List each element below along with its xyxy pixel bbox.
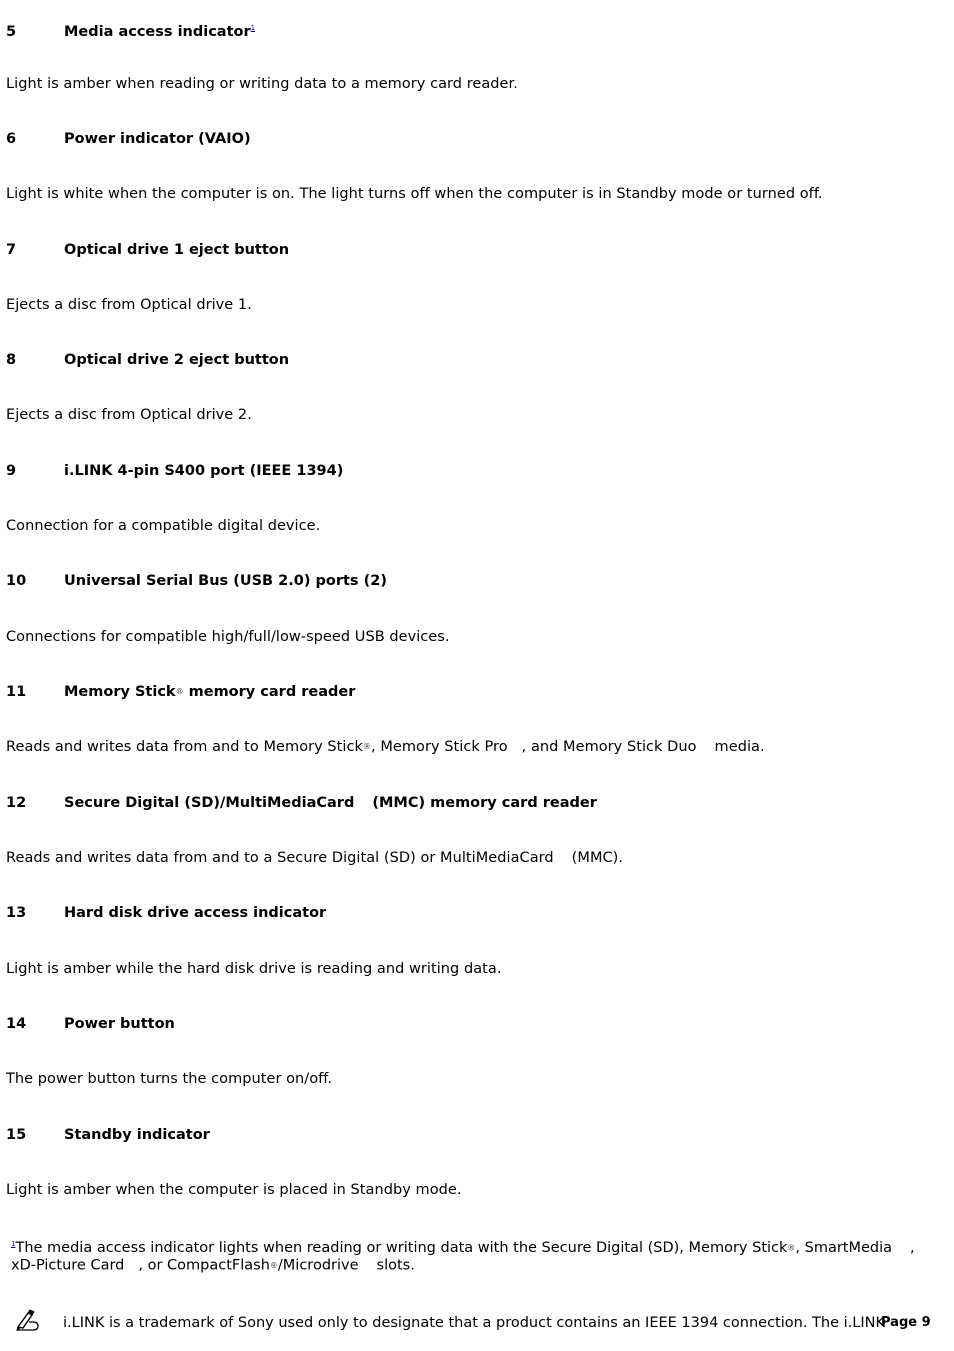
item-heading-5: 5 Media access indicator1: [6, 19, 255, 41]
item-description-15: Light is amber when the computer is plac…: [6, 1182, 462, 1198]
footnote-text: xD-Picture Card: [11, 1257, 125, 1274]
item-title: Secure Digital (SD)/MultiMediaCard: [64, 795, 355, 811]
item-heading-9: 9 i.LINK 4-pin S400 port (IEEE 1394): [6, 462, 343, 480]
item-heading-6: 6 Power indicator (VAIO): [6, 130, 251, 148]
item-heading-12: 12 Secure Digital (SD)/MultiMediaCard (MMC…: [6, 794, 597, 812]
item-title: Media access indicator: [64, 23, 251, 40]
footnote-text: , or CompactFlash: [138, 1257, 270, 1274]
item-title: i.LINK 4-pin S400 port (IEEE 1394): [64, 463, 344, 479]
registered-mark: ®: [362, 742, 372, 751]
item-title: Universal Serial Bus (USB 2.0) ports (2): [64, 573, 387, 589]
item-title: Hard disk drive access indicator: [64, 905, 327, 921]
desc-text: (MMC).: [571, 850, 624, 866]
item-title-rest: memory card reader: [183, 684, 356, 700]
item-number: 7: [6, 242, 17, 258]
desc-text: , Memory Stick Pro: [371, 739, 508, 755]
item-number: 15: [6, 1127, 27, 1143]
item-description-7: Ejects a disc from Optical drive 1.: [6, 297, 252, 313]
item-title-rest: (MMC) memory card reader: [372, 795, 597, 811]
item-heading-15: 15 Standby indicator: [6, 1126, 210, 1144]
item-title: Power indicator (VAIO): [64, 131, 251, 147]
registered-mark: ®: [269, 1260, 278, 1270]
footnote: 1The media access indicator lights when …: [11, 1236, 915, 1274]
desc-text: Reads and writes data from and to Memory…: [6, 739, 363, 755]
item-description-10: Connections for compatible high/full/low…: [6, 629, 450, 645]
item-heading-7: 7 Optical drive 1 eject button: [6, 241, 289, 259]
footnote-text: ,: [910, 1239, 915, 1256]
footnote-text: The media access indicator lights when r…: [15, 1239, 788, 1256]
item-heading-8: 8 Optical drive 2 eject button: [6, 351, 289, 369]
item-title: Power button: [64, 1016, 175, 1032]
desc-text: Reads and writes data from and to a Secu…: [6, 850, 554, 866]
footnote-text: slots.: [376, 1257, 415, 1274]
item-heading-14: 14 Power button: [6, 1015, 175, 1033]
item-description-8: Ejects a disc from Optical drive 2.: [6, 407, 252, 423]
footnote-text: , SmartMedia: [795, 1239, 893, 1256]
footnote-link[interactable]: 1: [251, 24, 255, 32]
registered-mark: ®: [175, 687, 184, 696]
desc-text: , and Memory Stick Duo: [521, 739, 697, 755]
item-description-9: Connection for a compatible digital devi…: [6, 518, 321, 534]
item-description-6: Light is white when the computer is on. …: [6, 186, 823, 202]
item-number: 14: [6, 1016, 27, 1032]
item-description-13: Light is amber while the hard disk drive…: [6, 961, 502, 977]
item-number: 12: [6, 795, 27, 811]
item-number: 6: [6, 131, 17, 147]
page-number: Page 9: [881, 1315, 931, 1330]
footnote-text: /Microdrive: [277, 1257, 359, 1274]
item-number: 8: [6, 352, 17, 368]
footnote-line-1: 1The media access indicator lights when …: [11, 1236, 915, 1257]
item-title: Optical drive 2 eject button: [64, 352, 290, 368]
item-title: Memory Stick: [64, 684, 176, 700]
item-heading-11: 11 Memory Stick® memory card reader: [6, 683, 355, 701]
item-description-14: The power button turns the computer on/o…: [6, 1071, 333, 1087]
item-number: 10: [6, 573, 27, 589]
item-number: 11: [6, 684, 27, 700]
item-heading-13: 13 Hard disk drive access indicator: [6, 904, 326, 922]
item-number: 5: [6, 23, 17, 40]
desc-text: media.: [714, 739, 765, 755]
item-number: 13: [6, 905, 27, 921]
item-number: 9: [6, 463, 17, 479]
note-text: i.LINK is a trademark of Sony used only …: [63, 1315, 885, 1331]
item-description-11: Reads and writes data from and to Memory…: [6, 738, 765, 756]
footnote-line-2: xD-Picture Card , or CompactFlash®/Microd…: [11, 1257, 915, 1275]
item-heading-10: 10 Universal Serial Bus (USB 2.0) ports (…: [6, 572, 387, 590]
note-pencil-icon: [16, 1309, 39, 1331]
item-title: Standby indicator: [64, 1127, 210, 1143]
item-description-5: Light is amber when reading or writing d…: [6, 76, 518, 92]
item-description-12: Reads and writes data from and to a Secu…: [6, 849, 623, 867]
item-title: Optical drive 1 eject button: [64, 242, 290, 258]
